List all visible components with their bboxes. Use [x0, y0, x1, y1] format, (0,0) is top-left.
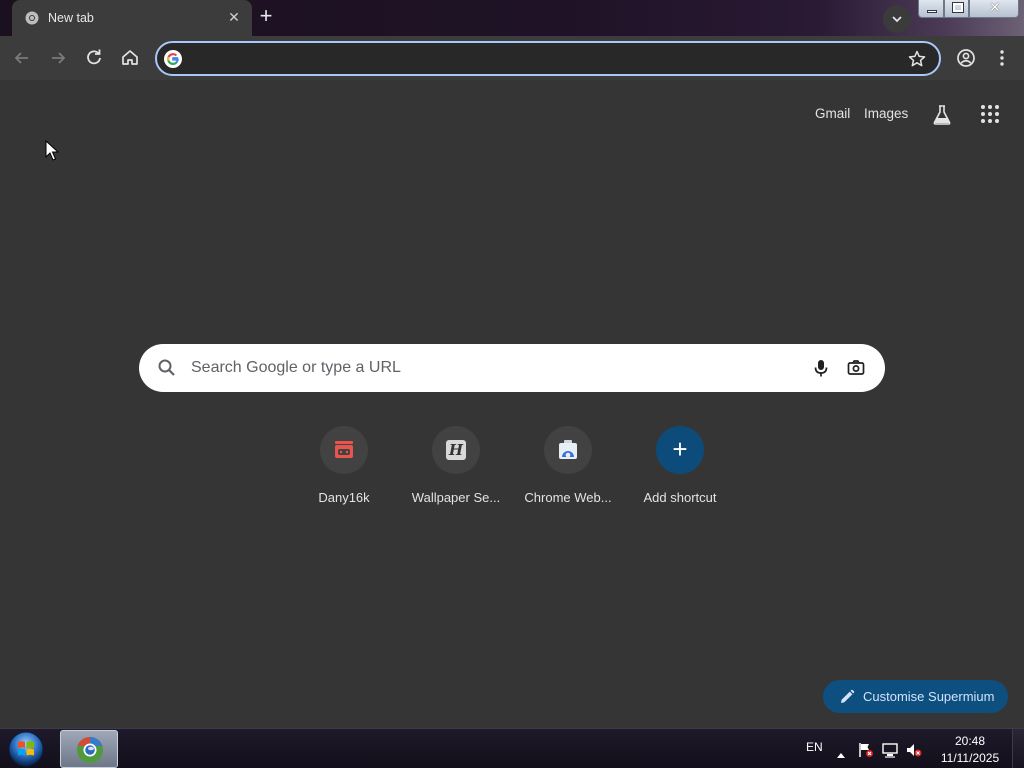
search-box[interactable]	[139, 344, 885, 392]
shortcut-label: Dany16k	[318, 490, 370, 505]
shortcut-label: Chrome Web...	[524, 490, 612, 505]
restore-button[interactable]	[944, 0, 969, 18]
windows-start-orb-icon	[8, 731, 44, 767]
add-shortcut-button[interactable]: + Add shortcut	[624, 424, 736, 514]
camera-lens-icon[interactable]	[846, 358, 866, 383]
clock-date[interactable]: 11/11/2025	[938, 751, 1002, 765]
kebab-menu-icon[interactable]	[990, 46, 1014, 70]
new-tab-button[interactable]: +	[254, 5, 278, 29]
volume-muted-icon[interactable]	[906, 742, 922, 763]
gmail-link[interactable]: Gmail	[815, 106, 850, 121]
show-desktop-button[interactable]	[1012, 729, 1024, 768]
start-button[interactable]	[6, 730, 46, 768]
taskbar: EN 20:48 11/11/2025	[0, 728, 1024, 768]
wallpaper-h-icon: H	[446, 440, 466, 460]
plus-icon: +	[672, 434, 688, 464]
pencil-icon	[839, 689, 855, 710]
images-link[interactable]: Images	[864, 106, 908, 121]
shortcut-tile-wallpaper[interactable]: H Wallpaper Se...	[400, 424, 512, 514]
tab-new-tab[interactable]: New tab ✕	[12, 0, 252, 36]
customise-button[interactable]: Customise Supermium	[823, 680, 1008, 713]
close-icon: ✕	[989, 0, 1001, 16]
toolbar	[0, 36, 1024, 80]
tab-close-icon[interactable]: ✕	[226, 9, 242, 25]
restore-icon	[952, 2, 964, 13]
search-icon	[157, 358, 177, 383]
supermium-browser-icon	[77, 736, 103, 763]
shortcut-icon-wrap	[544, 426, 592, 474]
shortcut-tiles: Dany16k H Wallpaper Se... Chrome Web... …	[288, 424, 736, 514]
profile-icon[interactable]	[954, 46, 978, 70]
microphone-icon[interactable]	[811, 358, 831, 383]
shortcut-label: Add shortcut	[643, 490, 717, 505]
ntp-header-links: Gmail Images	[0, 104, 1024, 125]
chevron-down-icon	[892, 16, 902, 23]
search-input[interactable]	[191, 358, 791, 378]
store-icon	[335, 441, 353, 458]
close-window-button[interactable]: ✕	[969, 0, 1019, 18]
address-bar[interactable]	[155, 41, 941, 76]
url-input[interactable]	[191, 49, 891, 69]
shortcut-tile-chrome-web-store[interactable]: Chrome Web...	[512, 424, 624, 514]
taskbar-browser-button[interactable]	[60, 730, 118, 768]
tab-title: New tab	[48, 11, 94, 25]
shortcut-icon-wrap: H	[432, 426, 480, 474]
chrome-web-store-icon	[559, 440, 577, 459]
labs-flask-icon[interactable]	[931, 104, 953, 131]
customise-label: Customise Supermium	[863, 689, 995, 704]
minimize-button[interactable]	[918, 0, 944, 18]
shortcut-label: Wallpaper Se...	[411, 490, 501, 505]
home-icon[interactable]	[118, 46, 142, 70]
network-icon[interactable]	[882, 742, 898, 763]
forward-arrow-icon[interactable]	[46, 46, 70, 70]
language-indicator[interactable]: EN	[806, 740, 823, 754]
star-icon[interactable]	[907, 49, 927, 74]
clock-time[interactable]: 20:48	[940, 734, 1000, 748]
show-hidden-icons-arrow[interactable]	[837, 745, 845, 763]
shortcut-icon-wrap	[320, 426, 368, 474]
svg-text:H: H	[448, 441, 464, 459]
window-controls: ✕	[918, 0, 1022, 20]
tab-strip: New tab ✕ + ✕	[0, 0, 1024, 36]
reload-icon[interactable]	[82, 46, 106, 70]
mouse-cursor-icon	[45, 139, 60, 167]
google-g-icon	[164, 50, 182, 68]
shortcut-tile-dany16k[interactable]: Dany16k	[288, 424, 400, 514]
shortcut-icon-wrap: +	[656, 426, 704, 474]
action-center-flag-icon[interactable]	[858, 742, 874, 763]
back-arrow-icon[interactable]	[10, 46, 34, 70]
apps-grid-icon[interactable]	[980, 104, 1000, 129]
tab-search-button[interactable]	[883, 5, 911, 33]
chrome-icon	[25, 11, 39, 25]
minimize-icon	[927, 10, 937, 13]
